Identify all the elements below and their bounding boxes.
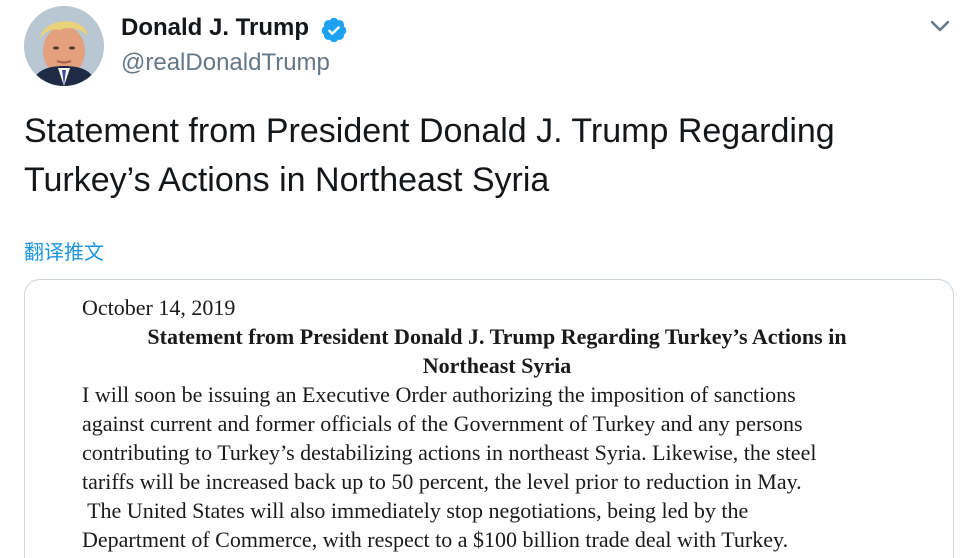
chevron-down-icon[interactable] xyxy=(926,14,954,38)
tweet-text-line: Statement from President Donald J. Trump… xyxy=(24,112,835,150)
attached-image-card[interactable]: October 14, 2019 Statement from Presiden… xyxy=(24,279,954,558)
document-body-line: against current and former officials of … xyxy=(82,411,803,436)
avatar[interactable] xyxy=(24,6,104,86)
statement-document: October 14, 2019 Statement from Presiden… xyxy=(82,293,912,554)
tweet-text: Statement from President Donald J. Trump… xyxy=(24,107,944,205)
tweet-text-line: Turkey’s Actions in Northeast Syria xyxy=(24,161,550,199)
document-title: Statement from President Donald J. Trump… xyxy=(82,322,912,380)
translate-tweet-link[interactable]: 翻译推文 xyxy=(24,236,104,265)
author-display-name[interactable]: Donald J. Trump xyxy=(121,14,309,42)
document-title-line: Statement from President Donald J. Trump… xyxy=(147,324,847,349)
document-body-line: Department of Commerce, with respect to … xyxy=(82,527,789,552)
document-body: I will soon be issuing an Executive Orde… xyxy=(82,380,912,554)
document-date: October 14, 2019 xyxy=(82,295,236,320)
document-body-line: I will soon be issuing an Executive Orde… xyxy=(82,382,796,407)
verified-badge-icon xyxy=(321,17,347,43)
author-handle[interactable]: @realDonaldTrump xyxy=(121,49,330,77)
avatar-image xyxy=(24,6,104,86)
document-body-line: tariffs will be increased back up to 50 … xyxy=(82,469,802,494)
document-body-line: contributing to Turkey’s destabilizing a… xyxy=(82,440,817,465)
document-title-line: Northeast Syria xyxy=(422,353,572,378)
document-body-line: The United States will also immediately … xyxy=(82,498,749,523)
